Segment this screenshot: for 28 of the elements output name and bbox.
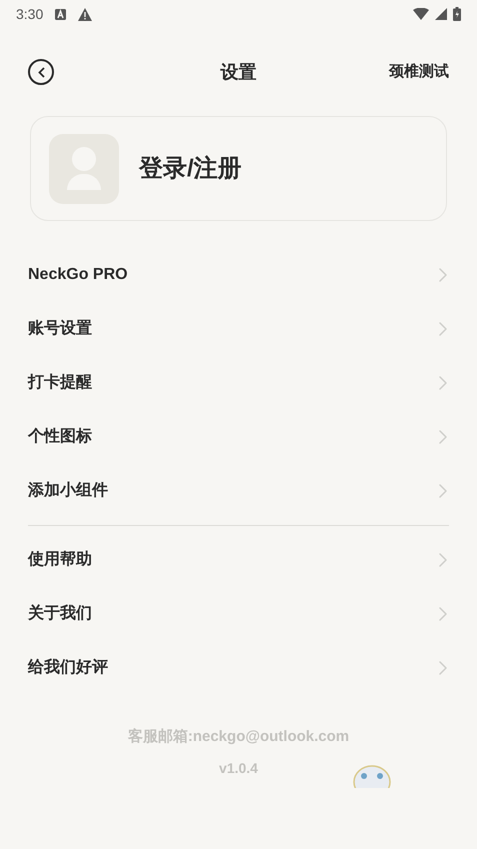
- page-title: 设置: [220, 60, 256, 84]
- battery-icon: [453, 7, 461, 21]
- neck-test-link[interactable]: 颈椎测试: [389, 60, 449, 84]
- chevron-right-icon: [439, 553, 447, 567]
- notification-icon: [55, 8, 66, 20]
- chevron-right-icon: [439, 268, 447, 282]
- menu-item[interactable]: 使用帮助: [28, 533, 449, 587]
- chevron-right-icon: [439, 322, 447, 336]
- menu-item[interactable]: 个性图标: [28, 410, 449, 464]
- menu-item[interactable]: 打卡提醒: [28, 356, 449, 410]
- chevron-right-icon: [439, 430, 447, 444]
- warning-icon: [78, 8, 92, 20]
- chevron-right-icon: [439, 607, 447, 621]
- wifi-icon: [413, 8, 429, 20]
- profile-card[interactable]: 登录/注册: [30, 116, 447, 221]
- menu-item[interactable]: 添加小组件: [28, 464, 449, 518]
- menu-item[interactable]: 账号设置: [28, 302, 449, 356]
- signal-icon: [435, 8, 447, 20]
- chevron-right-icon: [439, 376, 447, 390]
- chevron-left-icon: [38, 66, 44, 78]
- menu-item[interactable]: NeckGo PRO: [28, 248, 449, 302]
- back-button[interactable]: [28, 59, 54, 85]
- chevron-right-icon: [439, 661, 447, 675]
- menu-item[interactable]: 关于我们: [28, 587, 449, 641]
- status-time: 3:30: [16, 4, 44, 24]
- chevron-right-icon: [439, 484, 447, 498]
- login-register-label: 登录/注册: [139, 154, 242, 184]
- menu-item[interactable]: 给我们好评: [28, 641, 449, 695]
